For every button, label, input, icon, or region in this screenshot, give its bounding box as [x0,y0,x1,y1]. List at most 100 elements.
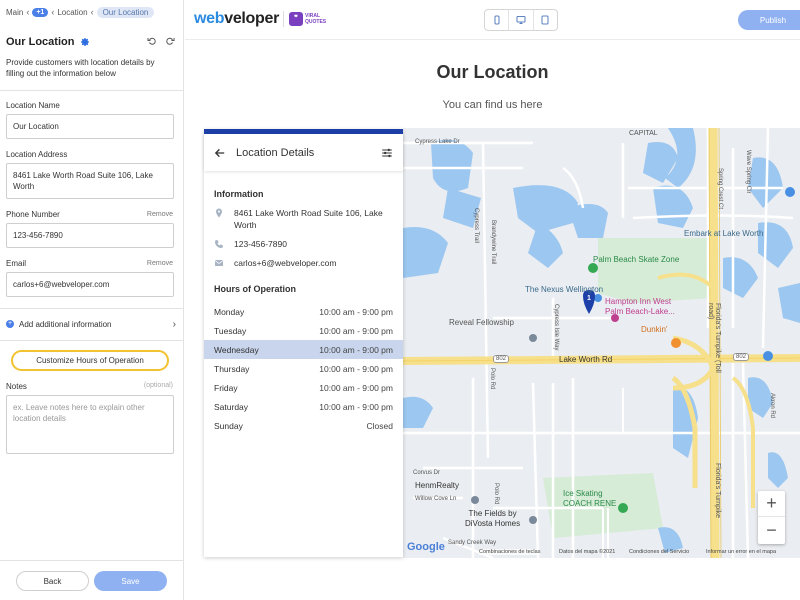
map-label-line: COACH RENE [563,499,617,508]
map-label-line: Palm Beach-Lake... [605,307,675,316]
map-label: Lake Worth Rd [559,355,613,364]
route-shield: 802 [733,353,750,361]
breadcrumb-location[interactable]: Location [57,8,87,17]
map-label: The Fields by DiVosta Homes [465,509,520,529]
page-subtitle: You can find us here [442,99,543,111]
map-label-line: Hampton Inn West [605,297,672,306]
phone-input[interactable]: 123-456-7890 [6,223,174,248]
hours-row: Thursday 10:00 am - 9:00 pm [204,359,403,378]
hours-row: Wednesday 10:00 am - 9:00 pm [204,340,403,359]
preview-canvas: Our Location You can find us here CAPITA… [185,41,800,600]
breadcrumb-badge[interactable]: +1 [32,7,49,17]
chevron-right-icon: › [172,318,176,330]
hours-day: Saturday [214,401,249,412]
redo-icon[interactable] [165,36,175,46]
viral-quotes-logo: ❞ VIRAL QUOTES [283,11,326,27]
map-label-line: Ice Skating [563,489,603,498]
divider [0,560,184,561]
hours-time: 10:00 am - 9:00 pm [319,344,393,355]
map-label: Cypress Lake Dr [415,139,460,145]
map-pin-icon [216,208,222,218]
card-email: carlos+6@webveloper.com [234,258,337,268]
hours-day: Friday [214,382,238,393]
filter-sliders-icon[interactable] [381,147,393,159]
publish-button[interactable]: Publish [738,10,800,30]
hours-day: Thursday [214,363,250,374]
hours-time: 10:00 am - 9:00 pm [319,306,393,317]
hours-row: Sunday Closed [204,416,403,435]
notes-textarea[interactable]: ex. Leave notes here to explain other lo… [6,395,174,454]
device-mobile[interactable] [485,10,510,30]
map-label: Polo Rd [489,368,495,390]
hours-time: 10:00 am - 9:00 pm [319,363,393,374]
add-info-row[interactable]: + Add additional information › [6,318,176,330]
webveloper-logo: webveloper [194,10,279,28]
divider [0,340,184,341]
map-label: The Nexus Wellington [525,285,604,294]
location-address-label: Location Address [6,150,68,159]
map-report-link[interactable]: Informar un error en el mapa [706,549,776,555]
map-label: Florida's Turnpike (Toll road) [707,303,721,373]
card-title: Location Details [236,146,315,159]
map-label: Cypress Isle Way [553,304,559,351]
desktop-icon [516,16,526,24]
arrow-left-icon[interactable] [214,147,226,159]
map-label: Akron Rd [769,393,775,419]
hours-row: Saturday 10:00 am - 9:00 pm [204,397,403,416]
map-label: Wave Spring Cir [745,150,751,194]
undo-icon[interactable] [147,36,157,46]
device-desktop[interactable] [509,10,534,30]
chevron-left-icon: ‹ [26,7,30,17]
map[interactable]: CAPITAL Cypress Lake Dr Spring Crest Ct … [403,128,800,558]
map-label: Florida's Turnpike [714,463,721,519]
zoom-in-button[interactable]: + [758,491,785,517]
location-marker[interactable]: 1 [583,295,595,302]
customize-hours-button[interactable]: Customize Hours of Operation [11,350,169,371]
map-terms-link[interactable]: Condiciones del Servicio [629,549,689,555]
top-bar: webveloper ❞ VIRAL QUOTES Publish [185,0,800,40]
address-row: 8461 Lake Worth Road Suite 106, Lake Wor… [214,207,394,231]
breadcrumb-main[interactable]: Main [6,8,23,17]
hours-row: Tuesday 10:00 am - 9:00 pm [204,321,403,340]
chevron-left-icon: ‹ [90,7,94,17]
location-name-input[interactable]: Our Location [6,114,174,139]
map-label-line: DiVosta Homes [465,519,521,528]
add-info-label: Add additional information [19,319,112,329]
map-label-line: The Fields by [468,509,517,518]
map-label: Ice Skating COACH RENE [563,489,616,509]
google-logo: Google [407,541,445,553]
device-switcher [484,9,558,31]
map-label: Dunkin' [641,325,668,334]
hours-day: Sunday [214,420,243,431]
map-label: CAPITAL [629,130,658,137]
breadcrumb: Main ‹ +1 ‹ Location ‹ Our Location [6,5,155,19]
map-label: Palm Beach Skate Zone [593,255,680,264]
tablet-icon [541,15,549,25]
map-label: Sandy Creek Way [448,540,497,546]
divider [283,11,284,27]
map-keyboard-shortcuts[interactable]: Combinaciones de teclas [479,549,541,555]
divider [0,308,184,309]
phone-row: 123-456-7890 [214,238,394,250]
hours-time: 10:00 am - 9:00 pm [319,401,393,412]
card-address: 8461 Lake Worth Road Suite 106, Lake Wor… [234,208,383,230]
gear-icon[interactable] [80,37,90,47]
email-input[interactable]: carlos+6@webveloper.com [6,272,174,297]
phone-remove-link[interactable]: Remove [147,211,173,218]
quote-icon: ❞ [289,12,303,26]
device-tablet[interactable] [534,10,557,30]
zoom-out-button[interactable]: − [758,517,785,543]
map-data-credit: Datos del mapa ©2021 [559,549,616,555]
hours-day: Tuesday [214,325,247,336]
card-header: Location Details [204,134,403,171]
notes-optional: (optional) [143,382,173,389]
map-label: Embark at Lake Worth [684,229,764,238]
map-label: HenmRealty [415,481,460,490]
back-button[interactable]: Back [16,571,89,591]
notes-label: Notes [6,382,27,391]
map-label: Cypress Trail [473,208,479,244]
email-remove-link[interactable]: Remove [147,260,173,267]
hours-time: 10:00 am - 9:00 pm [319,382,393,393]
save-button[interactable]: Save [94,571,167,591]
location-address-input[interactable]: 8461 Lake Worth Road Suite 106, Lake Wor… [6,163,174,199]
